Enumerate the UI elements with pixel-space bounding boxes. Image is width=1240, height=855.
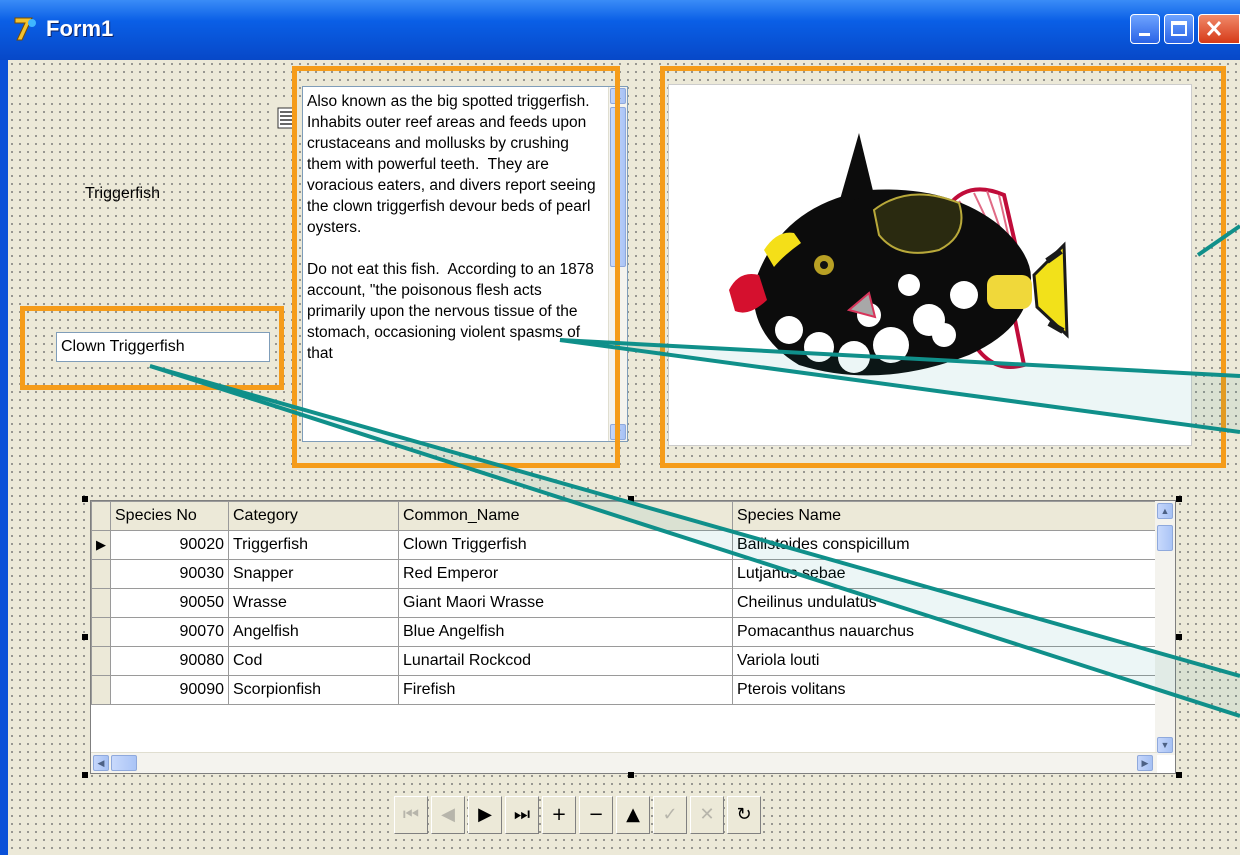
callout-overlay <box>149 224 1240 718</box>
callout-wedge-edit <box>150 366 1240 716</box>
form1-window: Form1 Triggerfish Clown Triggerfish Also <box>0 0 1240 855</box>
callout-line-image <box>1196 224 1240 257</box>
